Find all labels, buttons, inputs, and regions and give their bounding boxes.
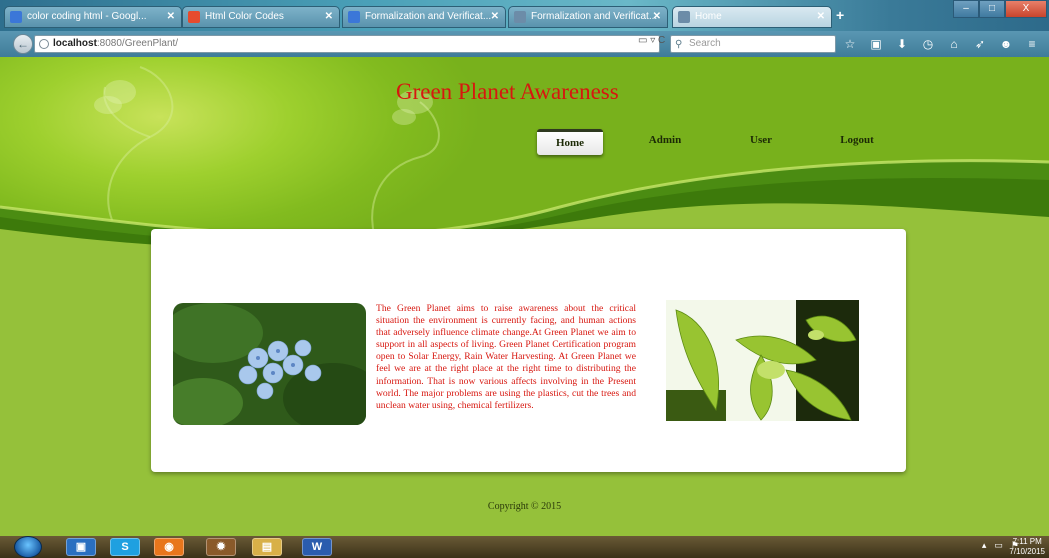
tab-close-icon[interactable]: ✕ <box>491 7 499 27</box>
history-icon[interactable]: ◷ <box>920 36 936 52</box>
main-nav: Home Admin User Logout <box>523 129 903 159</box>
outlook-icon[interactable]: ▣ <box>66 538 96 556</box>
reload-icon[interactable]: ▭ ▿ C <box>638 35 665 46</box>
browser-tab[interactable]: color coding html - Googl... ✕ <box>4 6 182 28</box>
clock-date: 7/10/2015 <box>1009 547 1045 556</box>
maximize-button[interactable]: □ <box>979 0 1005 18</box>
nav-home[interactable]: Home <box>537 129 603 155</box>
home-icon[interactable]: ⌂ <box>946 36 962 52</box>
system-clock[interactable]: 7:11 PM 7/10/2015 <box>1009 537 1045 557</box>
web-page: Green Planet Awareness Home Admin User L… <box>0 57 1049 536</box>
start-button[interactable] <box>14 536 42 558</box>
downloads-icon[interactable]: ⬇ <box>894 36 910 52</box>
word-icon[interactable]: W <box>302 538 332 556</box>
close-window-button[interactable]: X <box>1005 0 1047 18</box>
browser-tab-bar: color coding html - Googl... ✕ Html Colo… <box>0 0 1049 31</box>
page-favicon-icon <box>514 11 526 23</box>
tab-close-icon[interactable]: ✕ <box>653 7 661 27</box>
network-icon[interactable]: ▭ <box>994 540 1003 551</box>
tray-arrow-icon[interactable]: ▴ <box>982 540 987 551</box>
tab-title: Formalization and Verificat... <box>365 11 492 22</box>
back-button[interactable]: ← <box>13 34 33 54</box>
browser-tab[interactable]: Formalization and Verificat... ✕ <box>342 6 506 28</box>
blue-flower-image <box>173 303 366 425</box>
window-controls: – □ X <box>953 0 1047 18</box>
url-path: :8080/GreenPlant/ <box>96 38 179 49</box>
settings-icon[interactable]: ✹ <box>206 538 236 556</box>
browser-nav-bar: ← localhost:8080/GreenPlant/ ▭ ▿ C ⚲ Sea… <box>0 31 1049 57</box>
nav-logout[interactable]: Logout <box>827 129 887 155</box>
os-taskbar: ▣ S ◉ ✹ ▤ W ▴ ▭ ⚑ 7:11 PM 7/10/2015 <box>0 536 1049 558</box>
clock-time: 7:11 PM <box>1012 537 1042 546</box>
tab-close-icon[interactable]: ✕ <box>167 7 175 27</box>
intro-paragraph: The Green Planet aims to raise awareness… <box>376 303 636 411</box>
nav-admin[interactable]: Admin <box>635 129 695 155</box>
menu-icon[interactable]: ≡ <box>1024 36 1040 52</box>
browser-tab-active[interactable]: Home ✕ <box>672 6 832 28</box>
browser-tab[interactable]: Html Color Codes ✕ <box>182 6 340 28</box>
search-icon: ⚲ <box>675 39 683 50</box>
back-arrow-icon: ← <box>17 37 29 51</box>
html-color-favicon-icon <box>188 11 200 23</box>
url-bar[interactable]: localhost:8080/GreenPlant/ <box>34 35 660 53</box>
site-title: Green Planet Awareness <box>396 79 619 104</box>
firefox-icon[interactable]: ◉ <box>154 538 184 556</box>
tab-title: color coding html - Googl... <box>27 11 147 22</box>
chat-icon[interactable]: ☻ <box>998 36 1014 52</box>
tab-title: Formalization and Verificat... <box>531 11 658 22</box>
bookmarks-menu-icon[interactable]: ▣ <box>868 36 884 52</box>
search-input[interactable]: ⚲ Search <box>670 35 836 53</box>
google-favicon-icon <box>10 11 22 23</box>
tab-title: Html Color Codes <box>205 11 284 22</box>
skype-icon[interactable]: S <box>110 538 140 556</box>
tab-title: Home <box>695 11 722 22</box>
explorer-icon[interactable]: ▤ <box>252 538 282 556</box>
content-panel: The Green Planet aims to raise awareness… <box>151 229 906 472</box>
google-favicon-icon <box>348 11 360 23</box>
page-favicon-icon <box>678 11 690 23</box>
send-icon[interactable]: ➶ <box>972 36 988 52</box>
minimize-button[interactable]: – <box>953 0 979 18</box>
tab-close-icon[interactable]: ✕ <box>817 7 825 27</box>
url-host: localhost <box>53 38 97 49</box>
browser-tab[interactable]: Formalization and Verificat... ✕ <box>508 6 668 28</box>
nav-user[interactable]: User <box>733 129 789 155</box>
copyright-footer: Copyright © 2015 <box>487 501 562 512</box>
search-placeholder: Search <box>689 38 721 49</box>
browser-toolbar: ☆ ▣ ⬇ ◷ ⌂ ➶ ☻ ≡ <box>842 36 1040 52</box>
site-header: Green Planet Awareness Home Admin User L… <box>0 57 1049 257</box>
orchid-image <box>666 300 859 421</box>
tab-close-icon[interactable]: ✕ <box>325 7 333 27</box>
bookmark-star-icon[interactable]: ☆ <box>842 36 858 52</box>
new-tab-button[interactable]: + <box>836 7 844 23</box>
site-identity-icon[interactable] <box>39 39 49 49</box>
